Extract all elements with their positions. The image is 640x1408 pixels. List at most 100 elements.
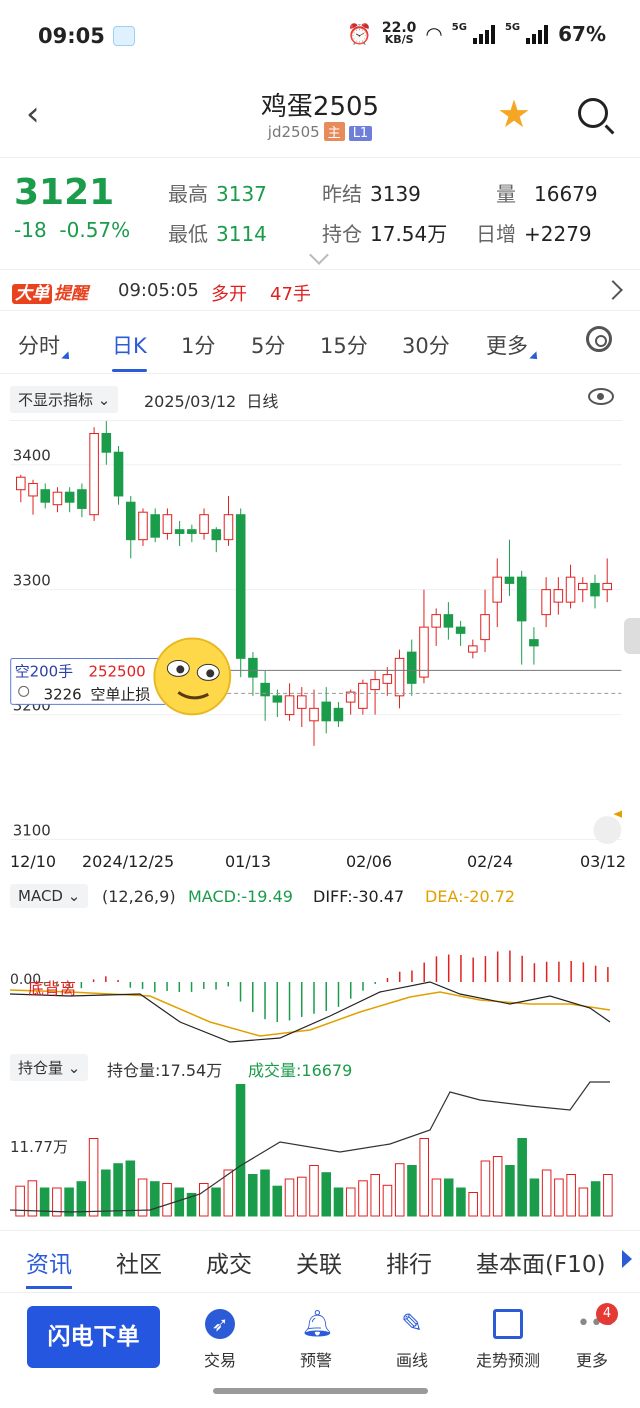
side-drawer-handle[interactable] <box>624 618 640 654</box>
candle-body <box>199 514 209 534</box>
candle-body <box>504 576 515 584</box>
tab-5min[interactable]: 5分 <box>251 330 285 360</box>
candle-body <box>297 695 307 709</box>
home-indicator <box>213 1388 428 1394</box>
macd-chart[interactable]: 0.00 底背离 <box>10 912 622 1052</box>
battery-level: 67% <box>558 22 606 46</box>
volume-bar <box>321 1172 332 1217</box>
macd-params: (12,26,9) <box>102 887 176 906</box>
favorite-star-icon[interactable]: ★ <box>497 94 531 134</box>
contract-code-text: jd2505 <box>267 123 320 141</box>
tab-timeshare[interactable]: 分时 <box>18 330 73 363</box>
x-axis-label: 01/13 <box>225 852 272 871</box>
low-field: 最低 3114 <box>168 222 267 246</box>
settings-gear-icon[interactable] <box>586 326 612 352</box>
candle-body <box>480 614 490 641</box>
tab-community[interactable]: 社区 <box>116 1245 162 1279</box>
forecast-button[interactable]: 走势预测 <box>468 1309 548 1371</box>
dropdown-caret-icon <box>61 351 73 363</box>
reset-zoom-icon[interactable] <box>593 816 622 845</box>
tab-30min[interactable]: 30分 <box>402 330 450 360</box>
candlestick-chart[interactable]: 3400 3300 3200 3100 空200手 252500 3226 空单… <box>10 420 622 852</box>
candle-body <box>516 576 527 622</box>
last-price: 3121 <box>14 172 115 213</box>
info-tabs: 资讯 社区 成交 关联 排行 基本面(F10) <box>0 1230 640 1290</box>
tab-trades[interactable]: 成交 <box>206 1245 252 1279</box>
nav-bar: ‹ 鸡蛋2505 jd2505 主 L1 ★ <box>0 72 640 158</box>
tabs-scroll-right-icon[interactable] <box>622 1250 632 1268</box>
volume-bar <box>101 1169 111 1217</box>
candle-body <box>541 589 551 616</box>
volume-bar <box>603 1174 613 1217</box>
candle-body <box>394 657 405 697</box>
chart-date: 2025/03/12 日线 <box>144 392 279 411</box>
volume-chart[interactable]: 11.77万 <box>10 1080 622 1220</box>
search-icon[interactable] <box>578 98 608 128</box>
page-title: 鸡蛋2505 <box>260 92 380 122</box>
pencil-icon: ✎ <box>401 1309 423 1339</box>
x-axis-label: 02/24 <box>467 852 514 871</box>
tab-fundamentals[interactable]: 基本面(F10) <box>476 1245 605 1279</box>
oi-header: 持仓量 ⌄ 持仓量:17.54万 成交量:16679 <box>10 1054 622 1081</box>
volume-bar <box>370 1174 381 1217</box>
volume-bar <box>150 1181 160 1217</box>
tab-more[interactable]: 更多 <box>486 330 541 363</box>
network-speed: 22.0 KB/S <box>381 20 417 46</box>
open-interest-field: 持仓 17.54万 <box>322 222 448 246</box>
expand-chevron-icon[interactable] <box>309 245 329 265</box>
net-label-1: 5G <box>451 22 467 33</box>
big-order-badge: 大单 提醒 <box>12 279 88 304</box>
tab-related[interactable]: 关联 <box>296 1245 342 1279</box>
quick-order-button[interactable]: 闪电下单 <box>27 1306 160 1368</box>
volume-bar <box>554 1178 564 1217</box>
volume-bar <box>468 1192 478 1217</box>
eye-icon[interactable] <box>588 388 614 405</box>
tab-15min[interactable]: 15分 <box>320 330 368 360</box>
more-badge: 4 <box>596 1303 618 1325</box>
price-change: -18 -0.57% <box>14 218 131 242</box>
volume-bar <box>382 1184 393 1217</box>
volume-bar <box>492 1156 503 1217</box>
bell-icon: 🔔︎ <box>301 1309 335 1339</box>
candle-body <box>16 476 26 491</box>
volume-bar <box>529 1178 540 1217</box>
trade-button[interactable]: ➶ 交易 <box>180 1309 260 1371</box>
tab-ranking[interactable]: 排行 <box>386 1245 432 1279</box>
contract-code: jd2505 主 L1 <box>0 122 640 141</box>
candle-body <box>113 451 124 497</box>
dea-value: DEA:-20.72 <box>425 887 516 906</box>
volume-bar <box>76 1181 87 1217</box>
y-tick-label: 3100 <box>13 822 51 840</box>
volume-bar <box>358 1180 368 1217</box>
alert-button[interactable]: 🔔︎ 预警 <box>276 1309 356 1371</box>
short-position-label: 空200手 <box>15 662 73 680</box>
tab-daily-k[interactable]: 日K <box>112 330 147 372</box>
candle-body <box>529 639 539 647</box>
status-time: 09:05 <box>38 24 105 48</box>
stop-loss-label: 空单止损 <box>91 685 151 703</box>
oi-select[interactable]: 持仓量 ⌄ <box>10 1054 89 1081</box>
big-order-alert[interactable]: 大单 提醒 09:05:05 多开 47手 <box>0 271 640 311</box>
candle-body <box>284 695 295 716</box>
draw-button[interactable]: ✎ 画线 <box>372 1309 452 1371</box>
wifi-icon: ◠ <box>426 22 442 46</box>
chevron-right-icon[interactable] <box>603 280 623 300</box>
candle-body <box>162 514 173 534</box>
trade-icon: ➶ <box>205 1309 235 1339</box>
macd-select[interactable]: MACD ⌄ <box>10 884 89 908</box>
volume-bar <box>235 1084 246 1217</box>
tab-news[interactable]: 资讯 <box>26 1245 72 1289</box>
tab-1min[interactable]: 1分 <box>181 330 215 360</box>
more-button[interactable]: ••• 更多 <box>552 1309 632 1371</box>
volume-bar <box>590 1181 601 1217</box>
volume-bar <box>431 1178 442 1217</box>
candle-body <box>590 582 600 597</box>
macd-header: MACD ⌄ (12,26,9) MACD:-19.49 DIFF:-30.47… <box>10 884 622 910</box>
indicator-select[interactable]: 不显示指标 ⌄ <box>10 386 119 413</box>
sticker-emoji-icon[interactable] <box>153 637 232 716</box>
volume-bar <box>345 1187 356 1217</box>
forecast-icon <box>493 1309 523 1339</box>
volume-bar <box>394 1163 405 1217</box>
divergence-label: 底背离 <box>28 979 76 998</box>
volume-bar <box>162 1183 172 1217</box>
